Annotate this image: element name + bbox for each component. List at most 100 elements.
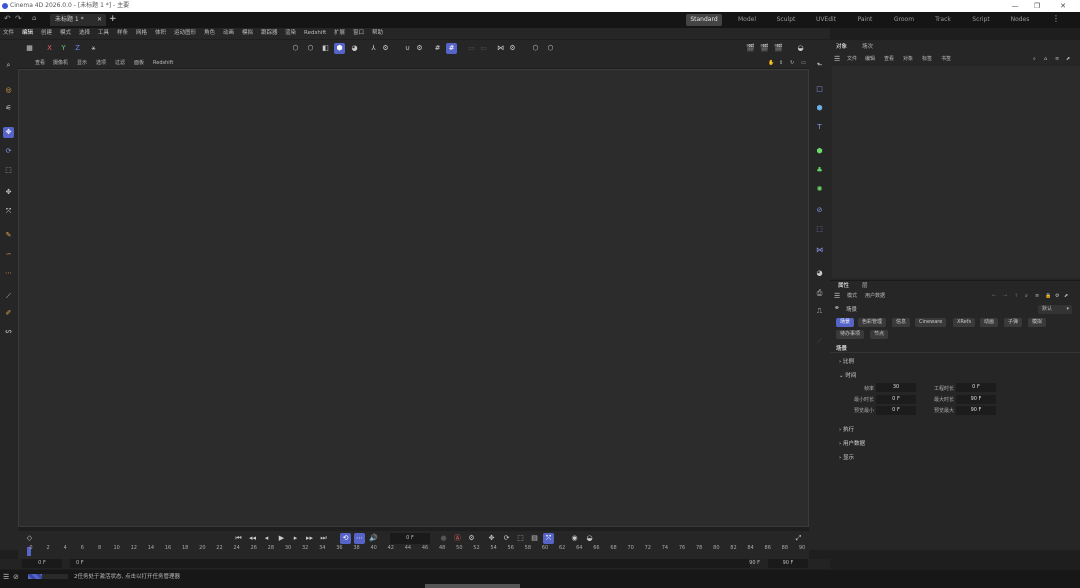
timeline-ruler[interactable]: 0 2 4 6 8 10 12 14 16 18 20 22 24 26 28 30 32 34 36 38 40 42 4… [18,545,809,559]
status-message[interactable]: 2任务处于激活状态, 点击以打开任务管理器 [74,570,180,584]
deformer-icon[interactable]: ⊘ [814,205,825,216]
next-frame-icon[interactable]: ▸ [290,533,301,544]
om-menu-edit[interactable]: 编辑 [865,54,875,64]
group-display[interactable]: › 显示 [839,453,854,461]
fps-icon[interactable]: ⋯ [354,533,365,544]
uv-mode-icon[interactable]: ◕ [349,43,360,54]
viewport-menu-display[interactable]: 显示 [77,58,87,68]
transform-tool-icon[interactable]: ✥ [3,187,14,198]
preview-max-field[interactable]: 90 F [956,406,996,415]
search-icon[interactable]: ⌕ [3,60,14,71]
axis-settings-icon[interactable]: ⚙ [380,43,391,54]
group-userdata[interactable]: › 用户数据 [839,439,865,447]
am-menu-userdata[interactable]: 用户数据 [865,291,885,301]
undo-icon[interactable]: ↶ [4,14,11,23]
autokey-icon[interactable]: Ⓐ [452,533,463,544]
menu-animate[interactable]: 动画 [223,28,234,39]
object-mode-icon[interactable]: ⬢ [334,43,345,54]
axis-y-button[interactable]: Y [58,43,69,54]
coordinate-system-icon[interactable]: ⚹ [88,43,99,54]
redshift-render-icon[interactable]: ◒ [795,43,806,54]
record-move-icon[interactable]: ✥ [486,533,497,544]
group-time[interactable]: ⌄ 时间 [839,371,856,379]
menu-mograph[interactable]: 运动图形 [174,28,196,39]
more-options-icon[interactable]: ⋮ [1052,14,1060,23]
field-icon[interactable]: ⬚ [814,224,825,235]
menu-mesh[interactable]: 网格 [136,28,147,39]
move-view-icon[interactable]: ⇕ [779,58,783,68]
group-scale[interactable]: › 比例 [839,357,854,365]
menu-volume[interactable]: 体积 [155,28,166,39]
menu-mode[interactable]: 模式 [60,28,71,39]
polygons-mode-icon[interactable]: ◧ [320,43,331,54]
object-list[interactable] [832,66,1080,278]
cloner-icon[interactable]: ♣ [814,165,825,176]
record-position-icon[interactable]: ● [438,533,449,544]
viewport-menu-filter[interactable]: 过滤 [115,58,125,68]
menu-select[interactable]: 选择 [79,28,90,39]
model-mode-icon[interactable]: ▦ [24,43,35,54]
selection-tool-icon[interactable]: ⚟ [3,103,14,114]
prev-key-icon[interactable]: ◂◂ [247,533,258,544]
viewport-menu-options[interactable]: 选项 [96,58,106,68]
om-menu-bookmarks[interactable]: 书签 [941,54,951,64]
preset-dropdown[interactable]: 默认 ▾ [1038,305,1072,314]
tab-takes[interactable]: 场次 [862,42,873,52]
layout-standard[interactable]: Standard [686,14,722,26]
motion-path-icon[interactable]: ◒ [584,533,595,544]
keyframe-settings-icon[interactable]: ⚙ [466,533,477,544]
fullscreen-view-icon[interactable]: ▭ [801,58,806,68]
redo-icon[interactable]: ↷ [15,14,22,23]
viewport-menu-redshift[interactable]: Redshift [153,58,173,68]
render-picture-viewer-icon[interactable]: 🎬 [759,43,770,54]
up-arrow-icon[interactable]: ↑ [1014,291,1018,301]
close-button[interactable]: ✕ [1050,0,1076,12]
timeline-expand-icon[interactable]: ⤢ [793,533,804,544]
scene-tab-info[interactable]: 信息 [892,318,911,327]
rotate-tool-icon[interactable]: ⟳ [3,146,14,157]
current-frame-field[interactable]: 0 F [390,533,430,544]
sketch-tool-icon[interactable]: ∽ [3,249,14,260]
paint-tool-icon[interactable]: ✐ [3,308,14,319]
scene-tab-nodes[interactable]: 节点 [870,330,889,339]
spline-smooth-icon[interactable]: ⋯ [3,268,14,279]
tab-attributes[interactable]: 属性 [838,281,849,291]
viewport-menu-panel[interactable]: 面板 [134,58,144,68]
om-new-window-icon[interactable]: ⬈ [1066,54,1070,64]
am-new-window-icon[interactable]: ⬈ [1064,291,1068,301]
lock-selection-icon[interactable]: ⬡ [530,43,541,54]
grid-snap-icon[interactable]: # [432,43,443,54]
layout-paint[interactable]: Paint [847,14,883,26]
scene-tab-todo[interactable]: 待办事项 [836,330,865,339]
am-settings-icon[interactable]: ⚙ [1055,291,1059,301]
onion-skin-icon[interactable]: ◉ [569,533,580,544]
next-key-icon[interactable]: ▸▸ [304,533,315,544]
menu-tracker[interactable]: 跟踪器 [261,28,278,39]
move-tool-icon[interactable]: ✥ [3,127,14,138]
axis-mode-icon[interactable]: ⅄ [368,43,379,54]
am-lock-icon[interactable]: 🔒 [1045,291,1051,301]
axis-x-button[interactable]: X [44,43,55,54]
om-menu-objects[interactable]: 对象 [903,54,913,64]
viewport-menu-view[interactable]: 查看 [35,58,45,68]
close-tab-icon[interactable]: ✕ [97,14,102,26]
om-home-icon[interactable]: ⌂ [1044,54,1047,64]
group-execution[interactable]: › 执行 [839,425,854,433]
cube-icon[interactable]: ⬢ [814,103,825,114]
menu-edit[interactable]: 编辑 [22,28,33,39]
sound-icon[interactable]: 🔊 [368,533,379,544]
object-list-icon[interactable]: ☰ [834,54,840,64]
record-pla-icon[interactable]: ⤧ [543,533,554,544]
soft-selection-settings-icon[interactable]: ⚙ [507,43,518,54]
camera-icon[interactable]: ⎙ [814,288,825,299]
range-start-field[interactable]: 0 F [70,559,750,568]
subdivision-surface-icon[interactable]: ⬢ [814,146,825,157]
om-filter-icon[interactable]: ≡ [1055,54,1059,64]
horizontal-scrollbar[interactable] [425,584,520,588]
am-search-icon[interactable]: ⌕ [1025,291,1028,301]
scale-tool-icon[interactable]: ⬚ [3,165,14,176]
pan-view-icon[interactable]: ✋ [768,58,774,68]
loop-icon[interactable]: ⟲ [340,533,351,544]
record-rotate-icon[interactable]: ⟳ [501,533,512,544]
home-icon[interactable]: ⌂ [32,14,36,22]
